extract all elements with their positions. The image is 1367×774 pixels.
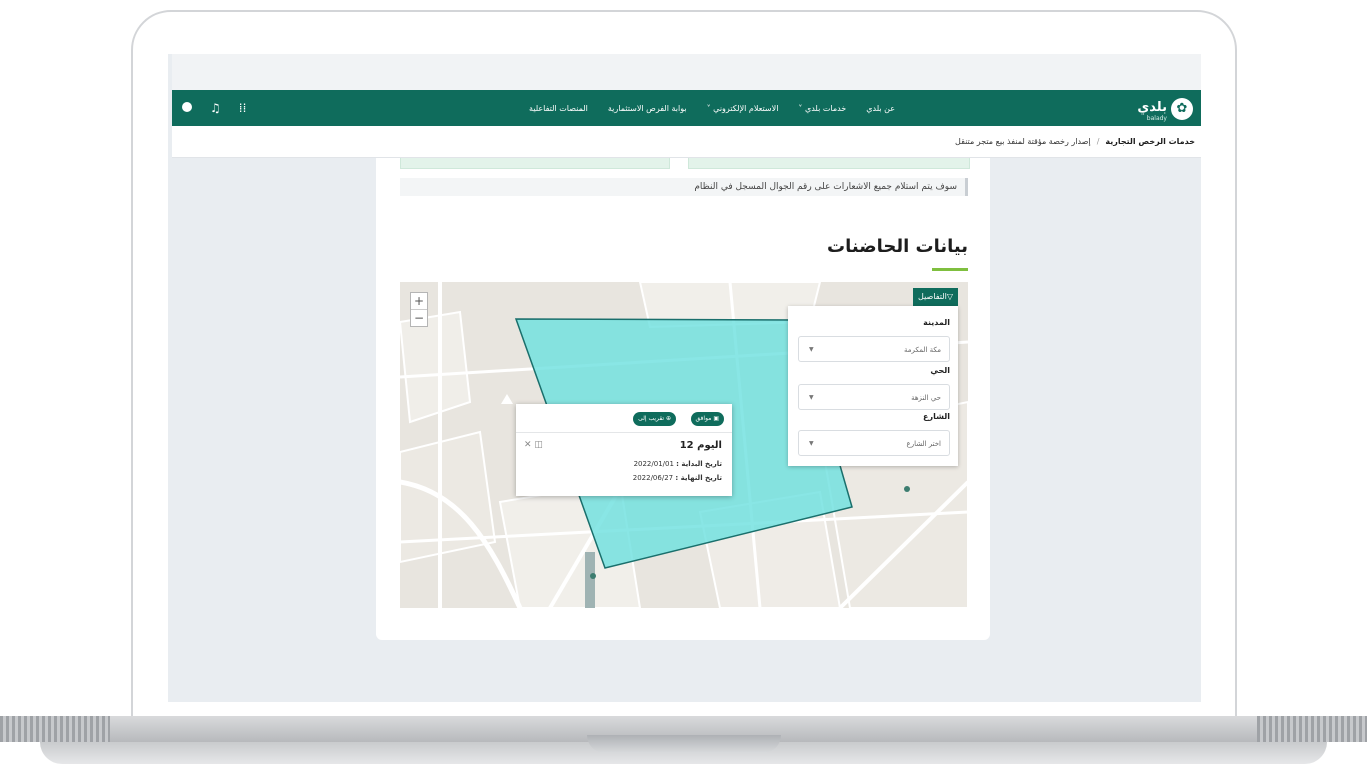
zoom-out-button[interactable]: − — [411, 309, 427, 326]
zoom-control: + − — [410, 292, 428, 327]
agree-label: موافق — [695, 415, 712, 422]
breadcrumb: خدمات الرخص التجارية / إصدار رخصة مؤقتة … — [172, 126, 1201, 158]
start-date-label: تاريخ البداية : — [676, 460, 722, 468]
alert-box-left — [400, 158, 670, 169]
popup-pointer — [501, 394, 513, 404]
street-select-placeholder: اختر الشارع — [906, 440, 941, 448]
map-popup: ▣ موافق ⊕ تقريب إلى اليوم 12 ✕ ◫ تاريخ ا… — [516, 404, 732, 496]
menu-item-about[interactable]: عن بلدي — [866, 104, 895, 113]
popup-start-date: تاريخ البداية : 2022/01/01 — [634, 460, 722, 468]
laptop-screen: ♫ ⁞⁞ عن بلدي خدمات بلدي ˅ الاستعلام الإل… — [168, 54, 1201, 702]
start-date-value: 2022/01/01 — [633, 460, 674, 468]
notification-notice: سوف يتم استلام جميع الاشعارات على رقم ال… — [400, 178, 968, 196]
street-select[interactable]: اختر الشارع ▼ — [798, 430, 950, 456]
menu-item-inquiry[interactable]: الاستعلام الإلكتروني ˅ — [707, 104, 779, 113]
balady-logo[interactable]: ✿ بلدي balady — [1137, 96, 1193, 122]
end-date-value: 2022/06/27 — [632, 474, 674, 482]
menu-item-services[interactable]: خدمات بلدي ˅ — [798, 104, 846, 113]
zoom-to-label: تقريب إلى — [638, 415, 665, 422]
logo-wordmark: بلدي balady — [1137, 96, 1167, 122]
popup-controls: ✕ ◫ — [524, 440, 543, 450]
user-icon[interactable] — [182, 101, 192, 115]
menu-item-platforms[interactable]: المنصات التفاعلية — [529, 104, 588, 113]
browser-top-area — [172, 54, 1201, 90]
city-select-value: مكة المكرمة — [904, 346, 941, 354]
agree-button[interactable]: ▣ موافق — [690, 412, 724, 426]
main-menu: عن بلدي خدمات بلدي ˅ الاستعلام الإلكترون… — [529, 90, 895, 126]
breadcrumb-separator: / — [1096, 137, 1100, 146]
bell-icon[interactable]: ♫ — [210, 101, 221, 115]
district-select-value: حي النزهة — [911, 394, 941, 402]
laptop-base-left-grille — [0, 716, 110, 742]
street-label: الشارع — [923, 412, 950, 421]
district-select[interactable]: حي النزهة ▼ — [798, 384, 950, 410]
breadcrumb-current: إصدار رخصة مؤقتة لمنفذ بيع متجر متنقل — [955, 137, 1091, 146]
menu-item-inquiry-label: الاستعلام الإلكتروني — [713, 103, 779, 113]
details-label: التفاصيل — [918, 292, 947, 301]
logo-text: بلدي — [1137, 100, 1167, 115]
popup-title: اليوم 12 — [679, 440, 722, 451]
alert-box-right — [688, 158, 970, 169]
zoom-in-button[interactable]: + — [411, 293, 427, 309]
top-navbar: ♫ ⁞⁞ عن بلدي خدمات بلدي ˅ الاستعلام الإل… — [172, 90, 1201, 126]
menu-item-investment[interactable]: بوابة الفرص الاستثمارية — [608, 104, 687, 113]
dock-icon[interactable]: ◫ — [534, 440, 543, 450]
close-icon[interactable]: ✕ — [524, 440, 532, 450]
zoom-to-button[interactable]: ⊕ تقريب إلى — [633, 412, 676, 426]
laptop-notch — [587, 735, 781, 753]
end-date-label: تاريخ النهاية : — [675, 474, 722, 482]
popup-end-date: تاريخ النهاية : 2022/06/27 — [633, 474, 722, 482]
breadcrumb-root[interactable]: خدمات الرخص التجارية — [1105, 137, 1195, 146]
palm-logo-icon: ✿ — [1171, 98, 1193, 120]
chevron-down-icon: ▼ — [809, 394, 814, 401]
laptop-base-right-grille — [1257, 716, 1367, 742]
section-title: بيانات الحاضنات — [827, 236, 968, 257]
details-toggle-button[interactable]: ▽التفاصيل — [913, 288, 958, 306]
menu-item-services-label: خدمات بلدي — [804, 103, 847, 113]
grid-icon[interactable]: ⁞⁞ — [239, 101, 247, 115]
city-select[interactable]: مكة المكرمة ▼ — [798, 336, 950, 362]
title-accent-bar — [932, 268, 968, 271]
chevron-down-icon: ▼ — [809, 440, 814, 447]
logo-subtext: balady — [1146, 115, 1167, 122]
content-card: سوف يتم استلام جميع الاشعارات على رقم ال… — [376, 158, 990, 640]
checkbox-icon: ▣ — [713, 415, 719, 422]
district-label: الحي — [930, 366, 950, 375]
chevron-down-icon: ▼ — [809, 346, 814, 353]
filter-panel: المدينة مكة المكرمة ▼ الحي حي النزهة ▼ ا… — [788, 306, 958, 466]
city-label: المدينة — [923, 318, 950, 327]
navbar-utilities: ♫ ⁞⁞ — [182, 90, 246, 126]
magnifier-icon: ⊕ — [665, 415, 671, 422]
popup-divider — [516, 432, 732, 433]
map-view[interactable]: + − ▽التفاصيل المدينة مكة المكرمة ▼ الحي… — [400, 282, 968, 608]
filter-icon: ▽ — [946, 292, 953, 301]
